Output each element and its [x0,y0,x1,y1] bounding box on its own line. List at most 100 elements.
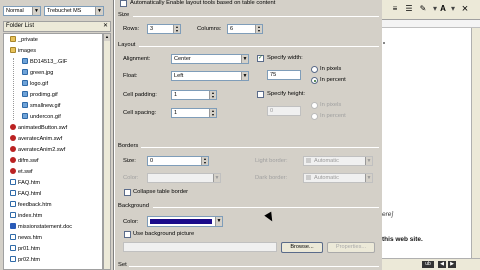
height-field[interactable]: 0 [267,106,301,116]
tree-item[interactable]: animatedButton.swf [10,124,67,132]
cell-spacing-field[interactable]: 1 ▲ ▼ [171,108,217,118]
font-color-icon[interactable]: A [438,4,448,14]
html-file-icon [10,256,16,262]
alignment-select[interactable]: Center ▼ [171,54,249,64]
float-value: Left [174,73,184,79]
cell-padding-field[interactable]: 1 ▲ ▼ [171,90,217,100]
spinner-icon[interactable]: ▲ ▼ [209,109,216,117]
tree-item[interactable]: smallnew.gif [22,102,60,110]
collapse-border-checkbox[interactable] [124,189,131,196]
tree-item[interactable]: feedback.htm [10,201,52,209]
width-in-percent-radio[interactable] [311,77,318,84]
tree-item[interactable]: pr01.htm [10,245,40,253]
folder-list-title: Folder List [6,23,35,29]
tree-item-label: animatedButton.swf [18,125,68,131]
rows-field[interactable]: 3 ▲ ▼ [147,24,181,34]
tree-item[interactable]: images [10,47,36,55]
document-editor[interactable] [382,0,480,270]
color-swatch [306,175,311,180]
style-combo[interactable]: Normal ▼ [3,6,41,16]
float-label: Float: [123,73,138,79]
tree-item-label: undercon.gif [30,114,61,120]
height-in-percent-label: In percent [320,113,346,119]
image-file-icon [22,58,28,64]
spinner-icon[interactable]: ▲ ▼ [255,25,262,33]
height-in-pixels-label: In pixels [320,102,342,108]
cell-padding-value: 1 [174,92,178,98]
nav-right-icon[interactable]: ▶ [448,261,456,268]
tree-item[interactable]: pr02.htm [10,256,40,264]
dark-border-picker[interactable]: Automatic ▼ [303,173,373,183]
bg-color-picker[interactable]: ▼ [147,216,223,227]
tree-item[interactable]: et.swf [10,168,33,176]
view-tab[interactable]: ub [422,261,434,268]
cell-spacing-value: 1 [174,110,178,116]
chevron-down-icon[interactable]: ▼ [365,157,372,165]
properties-button[interactable]: Properties... [327,242,375,253]
spinner-icon[interactable]: ▲ ▼ [173,25,180,33]
border-size-field[interactable]: 0 ▲ ▼ [147,156,209,166]
specify-width-checkbox[interactable]: ✓ [257,55,264,62]
marker [383,42,385,44]
tree-item[interactable]: logo.gif [22,80,48,88]
tree-item[interactable]: difm.swf [10,157,39,165]
chevron-down-icon[interactable]: ▼ [32,7,40,15]
float-select[interactable]: Left ▼ [171,71,249,81]
dark-border-value: Automatic [314,175,339,181]
folder-icon [10,47,16,53]
use-bg-picture-checkbox[interactable] [124,231,131,238]
color-swatch [150,219,212,224]
folder-list-pane: Normal ▼ Trebuchet MS ▼ Folder List ✕ _p… [0,0,114,270]
tree-item[interactable]: news.htm [10,234,42,242]
tree-item[interactable]: _private [10,36,38,44]
tree-item[interactable]: averatecAnim.swf [10,135,62,143]
align-right-icon[interactable]: ☰ [404,4,414,14]
size-group-label: Size [118,12,130,18]
tree-item-label: averatecAnim2.swf [18,147,66,153]
width-in-pixels-radio[interactable] [311,66,318,73]
tree-item[interactable]: green.jpg [22,69,53,77]
use-bg-picture-label: Use background picture [133,231,195,237]
spinner-icon[interactable]: ▲ ▼ [209,91,216,99]
tree-item[interactable]: prodimg.gif [22,91,58,99]
width-field[interactable]: 75 [267,70,301,80]
tree-item[interactable]: index.htm [10,212,42,220]
border-color-picker[interactable]: ▼ [147,173,221,183]
close-icon[interactable]: × [460,4,470,15]
height-in-percent-radio[interactable] [311,113,318,120]
light-border-picker[interactable]: Automatic ▼ [303,156,373,166]
tree-item[interactable]: missionstatement.doc [10,223,72,231]
chevron-down-icon[interactable]: ▼ [215,217,222,226]
browse-button[interactable]: Browse... [281,242,323,253]
auto-layout-checkbox[interactable] [120,0,127,7]
color-swatch [306,158,311,163]
spinner-icon[interactable]: ▲ ▼ [201,157,208,165]
columns-field[interactable]: 6 ▲ ▼ [227,24,263,34]
auto-layout-label: Automatically Enable layout tools based … [130,0,276,6]
nav-left-icon[interactable]: ◀ [438,261,446,268]
tree-item[interactable]: FAQ.html [10,190,41,198]
scroll-up-icon[interactable]: ▲ [104,34,110,41]
chevron-down-icon[interactable]: ▼ [213,174,220,182]
background-group-label: Background [118,203,149,209]
align-center-icon[interactable]: ≡ [390,4,400,14]
height-in-pixels-radio[interactable] [311,102,318,109]
specify-height-checkbox[interactable] [257,91,264,98]
chevron-down-icon[interactable]: ▾ [448,4,458,14]
tree-item[interactable]: averatecAnim2.swf [10,146,65,154]
table-properties-dialog: Automatically Enable layout tools based … [114,0,382,270]
font-combo[interactable]: Trebuchet MS ▼ [44,6,104,16]
tree-item[interactable]: BD14513_.GIF [22,58,67,66]
tree-item[interactable]: undercon.gif [22,113,61,121]
bg-picture-path-field[interactable] [123,242,277,252]
chevron-down-icon[interactable]: ▼ [241,72,248,80]
folder-tree-scrollbar[interactable]: ▲ [103,33,111,270]
document-scrollbar[interactable] [471,28,480,258]
highlight-icon[interactable]: ✎ [418,4,428,14]
chevron-down-icon[interactable]: ▼ [241,55,248,63]
borders-group-label: Borders [118,143,139,149]
close-icon[interactable]: ✕ [103,22,108,31]
chevron-down-icon[interactable]: ▼ [95,7,103,15]
chevron-down-icon[interactable]: ▼ [365,174,372,182]
tree-item[interactable]: FAQ.htm [10,179,40,187]
